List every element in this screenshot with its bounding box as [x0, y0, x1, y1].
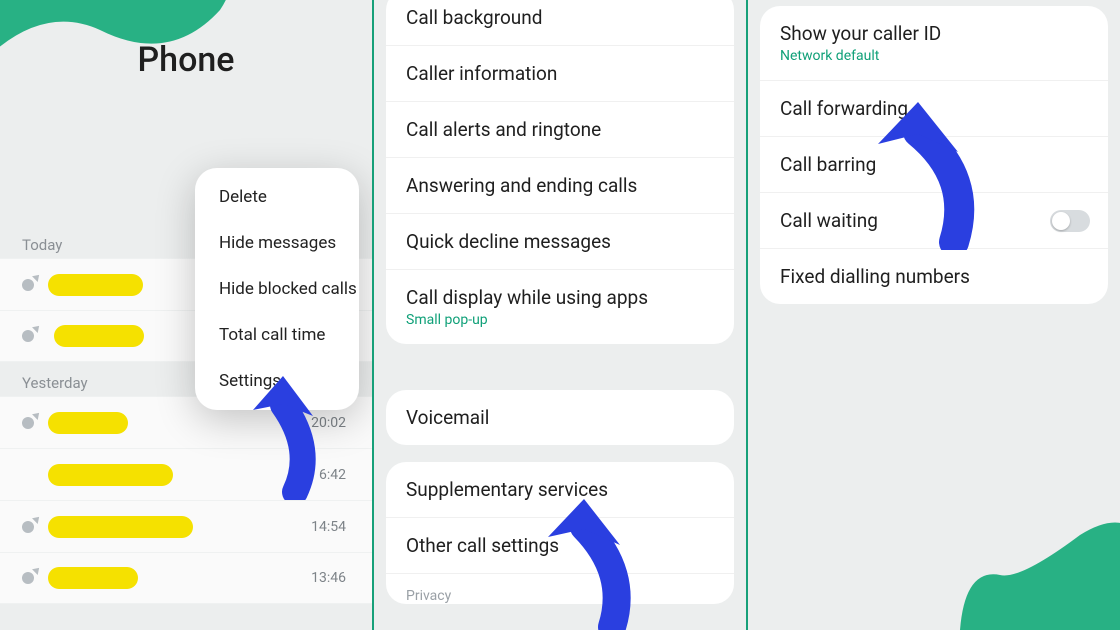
settings-subtext: Small pop-up [406, 312, 714, 328]
section-header-yesterday: Yesterday [22, 374, 88, 392]
settings-call-waiting[interactable]: Call waiting [760, 193, 1108, 249]
pane-phone-app: Phone Today Yesterday 20:02 6:42 14: [0, 0, 372, 630]
redacted-contact [48, 516, 193, 538]
section-header-privacy: Privacy [386, 574, 734, 604]
menu-total-call-time[interactable]: Total call time [195, 312, 359, 358]
outgoing-call-icon [22, 279, 34, 291]
redacted-contact [48, 464, 173, 486]
call-log-row[interactable]: 13:46 [0, 552, 372, 604]
settings-call-barring[interactable]: Call barring [760, 137, 1108, 193]
menu-hide-blocked-calls[interactable]: Hide blocked calls [195, 266, 359, 312]
pane-call-settings: Call background Caller information Call … [372, 0, 746, 630]
call-time: 14:54 [311, 519, 346, 535]
call-time: 6:42 [319, 467, 346, 483]
settings-supplementary-services[interactable]: Supplementary services [386, 462, 734, 518]
outgoing-call-icon [22, 417, 34, 429]
outgoing-call-icon [22, 330, 34, 342]
menu-settings[interactable]: Settings [195, 358, 359, 404]
redacted-contact [48, 412, 128, 434]
call-log-row[interactable]: 6:42 [0, 448, 372, 500]
menu-hide-messages[interactable]: Hide messages [195, 220, 359, 266]
pane-supplementary-services: Show your caller ID Network default Call… [746, 0, 1120, 630]
settings-voicemail[interactable]: Voicemail [386, 390, 734, 445]
menu-delete[interactable]: Delete [195, 174, 359, 220]
settings-other-call-settings[interactable]: Other call settings [386, 518, 734, 574]
call-time: 20:02 [311, 415, 346, 431]
settings-subtext: Network default [780, 48, 1088, 64]
settings-call-background[interactable]: Call background [386, 0, 734, 46]
settings-call-forwarding[interactable]: Call forwarding [760, 81, 1108, 137]
redacted-contact [54, 325, 144, 347]
settings-call-alerts-ringtone[interactable]: Call alerts and ringtone [386, 102, 734, 158]
call-log-row[interactable]: 14:54 [0, 500, 372, 552]
section-header-today: Today [22, 236, 62, 254]
outgoing-call-icon [22, 521, 34, 533]
toggle-switch[interactable] [1050, 210, 1090, 232]
settings-fixed-dialling-numbers[interactable]: Fixed dialling numbers [760, 249, 1108, 304]
page-title: Phone [0, 40, 372, 80]
redacted-contact [48, 274, 143, 296]
outgoing-call-icon [22, 572, 34, 584]
settings-quick-decline-messages[interactable]: Quick decline messages [386, 214, 734, 270]
call-time: 13:46 [311, 570, 346, 586]
settings-answering-ending-calls[interactable]: Answering and ending calls [386, 158, 734, 214]
redacted-contact [48, 567, 138, 589]
context-menu: Delete Hide messages Hide blocked calls … [195, 168, 359, 410]
settings-caller-information[interactable]: Caller information [386, 46, 734, 102]
settings-call-display-apps[interactable]: Call display while using apps Small pop-… [386, 270, 734, 344]
settings-show-caller-id[interactable]: Show your caller ID Network default [760, 6, 1108, 81]
